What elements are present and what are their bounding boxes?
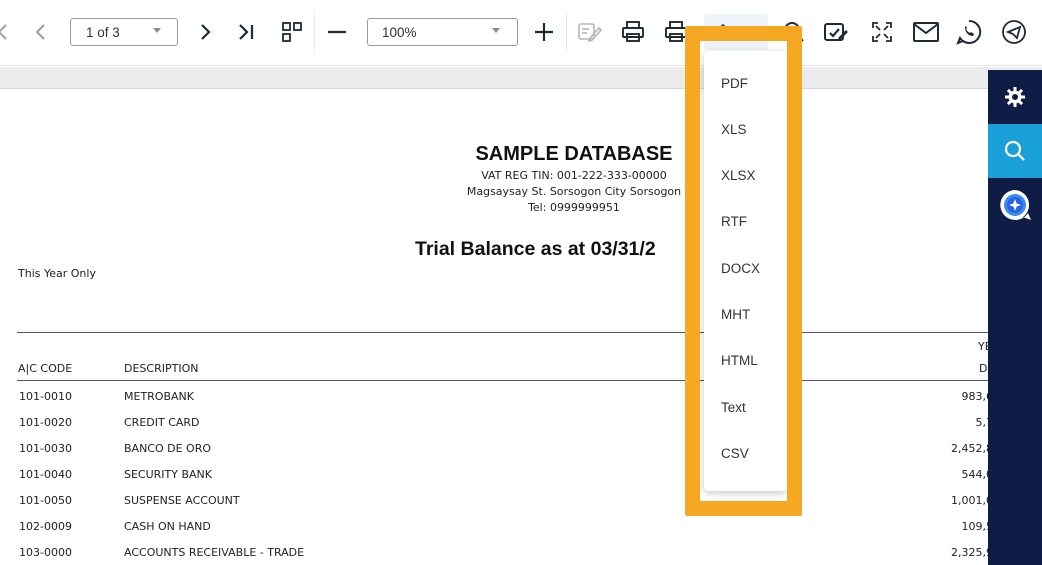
header-rule-top — [17, 332, 988, 333]
report-page: SAMPLE DATABASE VAT REG TIN: 001-222-333… — [0, 90, 988, 565]
export-menu: PDF XLS XLSX RTF DOCX MHT HTML Text CSV — [704, 51, 787, 491]
previous-page-icon[interactable] — [25, 14, 57, 50]
report-toolbar: 1 of 3 100% — [0, 0, 1042, 66]
account-amount: 983,69 — [961, 390, 989, 403]
account-amount: 2,452,85 — [951, 442, 988, 455]
account-code: 101-0010 — [19, 390, 72, 403]
viewer-band — [0, 67, 1042, 89]
toolbar-divider — [566, 14, 567, 50]
zoom-out-icon[interactable] — [321, 14, 353, 50]
description-header: DESCRIPTION — [124, 362, 199, 375]
report-title-tail: 2 — [644, 238, 656, 260]
chevron-down-icon — [492, 28, 500, 33]
account-description: SECURITY BANK — [124, 468, 212, 481]
table-row: 101-0010 METROBANK 983,69 — [0, 390, 988, 416]
amount-header-top: YE — [978, 340, 988, 353]
account-amount: 2,325,91 — [951, 546, 988, 559]
telegram-icon[interactable] — [998, 14, 1030, 50]
export-text[interactable]: Text — [704, 387, 787, 427]
settings-icon — [1005, 87, 1025, 107]
assistant-icon — [1000, 190, 1031, 220]
account-code: 101-0030 — [19, 442, 72, 455]
table-row: 101-0020 CREDIT CARD 5,76 — [0, 416, 988, 442]
export-html[interactable]: HTML — [704, 340, 787, 380]
account-code: 103-0000 — [19, 546, 72, 559]
account-code: 101-0050 — [19, 494, 72, 507]
account-description: METROBANK — [124, 390, 194, 403]
page-select[interactable]: 1 of 3 — [70, 18, 178, 46]
header-rule-bottom — [17, 380, 988, 381]
side-panel — [988, 70, 1042, 565]
account-description: CASH ON HAND — [124, 520, 211, 533]
code-header: A|C CODE — [18, 362, 73, 375]
account-code: 101-0040 — [19, 468, 72, 481]
export-mht[interactable]: MHT — [704, 294, 787, 334]
whatsapp-icon[interactable] — [953, 14, 985, 50]
export-button[interactable] — [704, 14, 768, 50]
company-vat: VAT REG TIN: 001-222-333-00000 — [481, 169, 667, 182]
search-icon[interactable] — [778, 14, 810, 50]
first-page-icon[interactable] — [0, 14, 20, 50]
chevron-down-icon — [153, 28, 161, 33]
account-description: SUSPENSE ACCOUNT — [124, 494, 240, 507]
export-docx[interactable]: DOCX — [704, 248, 787, 288]
print-page-icon[interactable] — [660, 14, 692, 50]
table-row: 102-0009 CASH ON HAND 109,53 — [0, 520, 988, 546]
page-select-value: 1 of 3 — [86, 25, 120, 40]
period-label: This Year Only — [18, 267, 96, 280]
export-csv[interactable]: CSV — [704, 433, 787, 473]
zoom-in-icon[interactable] — [528, 14, 560, 50]
print-icon[interactable] — [617, 14, 649, 50]
account-description: CREDIT CARD — [124, 416, 200, 429]
zoom-select[interactable]: 100% — [367, 18, 518, 46]
edit-icon[interactable] — [574, 14, 606, 50]
report-title-text: Trial Balance as at 03/31/ — [415, 238, 645, 260]
account-amount: 5,76 — [975, 416, 989, 429]
report-title: Trial Balance as at 03/31/2 — [415, 238, 656, 261]
next-page-icon[interactable] — [189, 14, 221, 50]
account-code: 101-0020 — [19, 416, 72, 429]
export-icon — [715, 23, 731, 40]
search-icon — [1004, 140, 1025, 161]
account-amount: 109,53 — [961, 520, 989, 533]
amount-header: D — [979, 362, 988, 375]
table-row: 101-0050 SUSPENSE ACCOUNT 1,001,07 — [0, 494, 988, 520]
company-tel: Tel: 0999999951 — [528, 201, 620, 214]
search-panel-button[interactable] — [988, 124, 1042, 178]
email-icon[interactable] — [910, 14, 942, 50]
design-icon[interactable] — [820, 14, 852, 50]
assistant-button[interactable] — [988, 178, 1042, 232]
company-address: Magsaysay St. Sorsogon City Sorsogon — [466, 185, 682, 198]
export-rtf[interactable]: RTF — [704, 201, 787, 241]
settings-button[interactable] — [988, 70, 1042, 124]
thumbnails-icon[interactable] — [276, 14, 308, 50]
last-page-icon[interactable] — [231, 14, 263, 50]
account-description: ACCOUNTS RECEIVABLE - TRADE — [124, 546, 305, 559]
account-amount: 544,08 — [961, 468, 989, 481]
table-row: 101-0040 SECURITY BANK 544,08 — [0, 468, 988, 494]
toolbar-divider — [314, 14, 315, 50]
account-description: BANCO DE ORO — [124, 442, 212, 455]
table-row: 103-0000 ACCOUNTS RECEIVABLE - TRADE 2,3… — [0, 546, 988, 565]
account-amount: 1,001,07 — [951, 494, 988, 507]
company-name: SAMPLE DATABASE — [475, 143, 673, 165]
export-xlsx[interactable]: XLSX — [704, 155, 787, 195]
fullscreen-icon[interactable] — [866, 14, 898, 50]
export-pdf[interactable]: PDF — [704, 63, 787, 103]
account-code: 102-0009 — [19, 520, 72, 533]
table-row: 101-0030 BANCO DE ORO 2,452,85 — [0, 442, 988, 468]
zoom-select-value: 100% — [382, 25, 417, 40]
export-xls[interactable]: XLS — [704, 109, 787, 149]
